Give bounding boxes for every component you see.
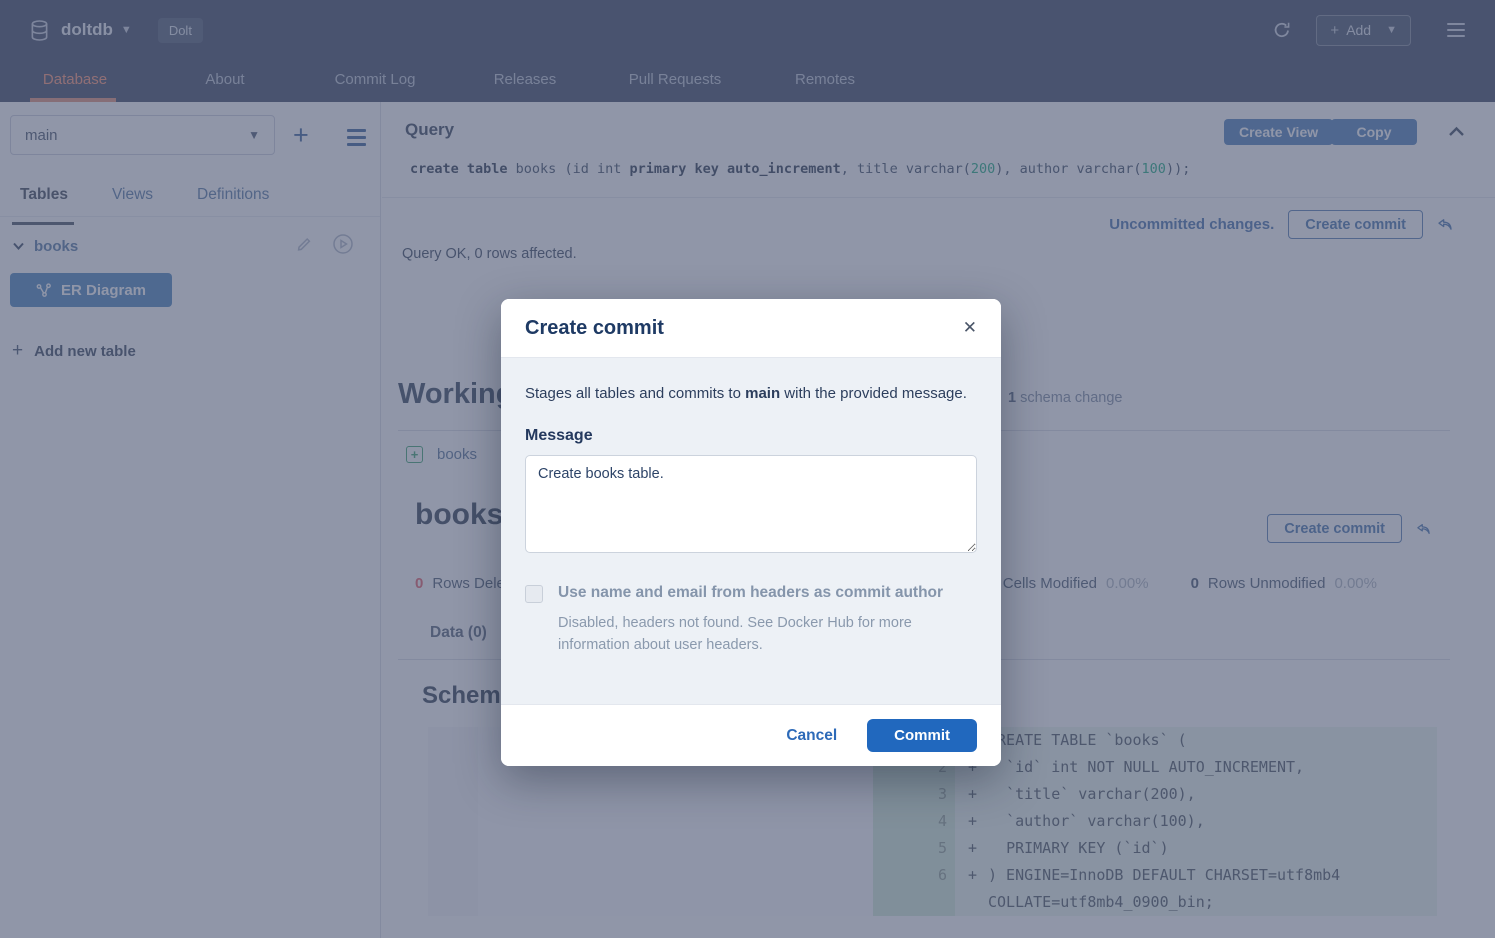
- modal-footer: Cancel Commit: [501, 705, 1001, 766]
- branch-name: main: [745, 385, 780, 402]
- commit-button[interactable]: Commit: [867, 719, 977, 752]
- commit-message-input[interactable]: Create books table.: [525, 455, 977, 553]
- create-commit-modal: Create commit ✕ Stages all tables and co…: [501, 299, 1001, 766]
- checkbox-label: Use name and email from headers as commi…: [558, 584, 943, 602]
- app-window: doltdb ▼ Dolt + Add ▼ Database About Com…: [0, 0, 1495, 938]
- author-checkbox-row: Use name and email from headers as commi…: [525, 584, 977, 603]
- checkbox-help-text: Disabled, headers not found. See Docker …: [558, 613, 958, 657]
- cancel-button[interactable]: Cancel: [786, 727, 837, 745]
- modal-body: Stages all tables and commits to main wi…: [501, 358, 1001, 705]
- modal-title: Create commit: [525, 317, 664, 340]
- checkbox[interactable]: [525, 585, 543, 603]
- message-label: Message: [525, 427, 977, 445]
- modal-description: Stages all tables and commits to main wi…: [525, 385, 977, 402]
- modal-header: Create commit ✕: [501, 299, 1001, 358]
- close-icon[interactable]: ✕: [963, 318, 977, 338]
